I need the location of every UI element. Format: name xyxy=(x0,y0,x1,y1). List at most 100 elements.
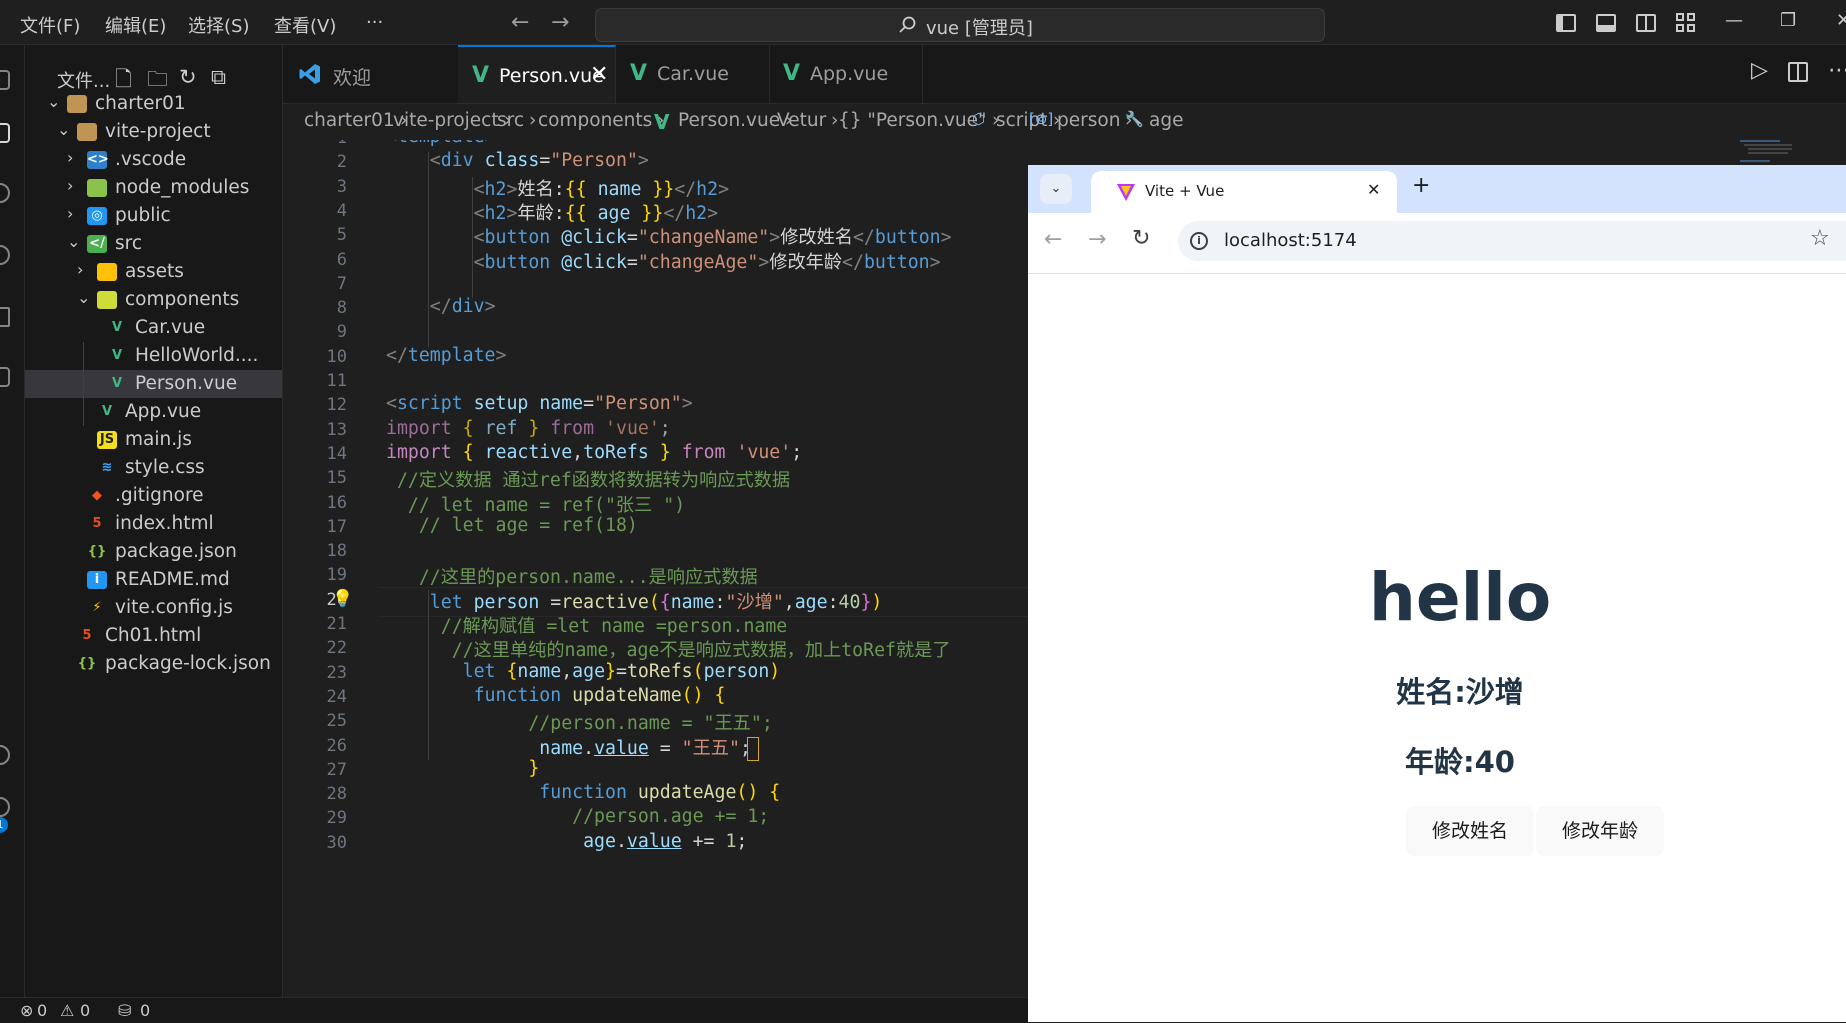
accounts-icon[interactable] xyxy=(0,745,10,765)
ports-count[interactable]: 0 xyxy=(140,1001,150,1020)
toggle-sidebar-icon[interactable] xyxy=(1556,14,1576,32)
chevron-down-icon[interactable]: ⌄ xyxy=(77,288,90,307)
browser-tab[interactable]: Vite + Vue ✕ xyxy=(1091,171,1397,213)
chevron-down-icon[interactable]: ⌄ xyxy=(67,232,80,251)
code-line[interactable]: //person.age += 1; xyxy=(572,806,769,827)
chevron-right-icon[interactable]: › xyxy=(77,260,83,279)
breadcrumb-item[interactable]: components xyxy=(538,110,652,131)
code-line[interactable]: let {name,age}=toRefs(person) xyxy=(463,661,781,682)
run-debug-icon[interactable] xyxy=(0,245,10,265)
back-arrow-icon[interactable]: ← xyxy=(511,10,529,35)
tree-item[interactable]: 5 Ch01.html xyxy=(25,622,282,650)
close-tab-icon[interactable]: ✕ xyxy=(590,62,608,87)
tree-item[interactable]: {} package-lock.json xyxy=(25,650,282,678)
tree-item[interactable]: › assets xyxy=(25,258,282,286)
site-info-icon[interactable]: i xyxy=(1190,232,1208,250)
toggle-panel-icon[interactable] xyxy=(1596,14,1616,32)
code-line[interactable]: <h2>姓名:{{ name }}</h2> xyxy=(474,175,729,201)
code-line[interactable]: //这里单纯的name，age不是响应式数据，加上toRef就是了 xyxy=(452,636,951,662)
error-count[interactable]: 0 xyxy=(37,1001,47,1020)
change-age-button[interactable]: 修改年龄 xyxy=(1536,806,1664,856)
tree-item[interactable]: V App.vue xyxy=(25,398,282,426)
code-line[interactable]: function updateName() { xyxy=(474,685,726,706)
reload-icon[interactable]: ↻ xyxy=(1132,226,1150,251)
code-line[interactable]: <script setup name="Person"> xyxy=(386,393,693,414)
menu-select[interactable]: 选择(S) xyxy=(188,12,249,38)
tab-welcome[interactable]: 欢迎 xyxy=(283,45,459,103)
code-line[interactable]: //这里的person.name...是响应式数据 xyxy=(419,563,758,589)
change-name-button[interactable]: 修改姓名 xyxy=(1406,806,1534,856)
tree-item[interactable]: ⌄ vite-project xyxy=(25,118,282,146)
code-line[interactable]: name.value = "王五"; xyxy=(539,734,762,760)
tree-item[interactable]: i README.md xyxy=(25,566,282,594)
error-icon[interactable]: ⊗ xyxy=(20,1001,33,1020)
tab-car-vue[interactable]: V Car.vue xyxy=(616,45,770,103)
address-bar[interactable]: i localhost:5174 ☆ xyxy=(1178,221,1846,261)
tree-item[interactable]: › ◎ public xyxy=(25,202,282,230)
tree-item[interactable]: 5 index.html xyxy=(25,510,282,538)
lightbulb-icon[interactable]: 💡 xyxy=(332,589,353,609)
breadcrumb-item[interactable]: {} "Person.vue" xyxy=(838,110,987,131)
close-window-icon[interactable]: ✕ xyxy=(1836,10,1846,31)
menu-view[interactable]: 查看(V) xyxy=(274,12,336,38)
tab-search-icon[interactable]: ⌄ xyxy=(1040,174,1072,204)
breadcrumb-item[interactable]: src xyxy=(497,110,524,131)
chevron-down-icon[interactable]: ⌄ xyxy=(47,92,60,111)
collapse-all-icon[interactable]: ⧉ xyxy=(211,65,226,90)
code-line[interactable]: //person.name = "王五"; xyxy=(528,709,772,735)
code-line[interactable]: import { reactive,toRefs } from 'vue'; xyxy=(386,442,802,463)
back-arrow-icon[interactable]: ← xyxy=(1044,227,1062,252)
tree-item[interactable]: › node_modules xyxy=(25,174,282,202)
menu-more[interactable]: ··· xyxy=(366,12,383,33)
toggle-secondary-sidebar-icon[interactable] xyxy=(1636,14,1656,32)
code-editor[interactable]: 1<template>2<div class="Person">3<h2>姓名:… xyxy=(283,140,1028,997)
code-line[interactable]: } xyxy=(528,758,539,779)
code-line[interactable]: import { ref } from 'vue'; xyxy=(386,418,671,439)
tree-item[interactable]: JS main.js xyxy=(25,426,282,454)
extensions-icon[interactable] xyxy=(0,367,10,387)
breadcrumb-item[interactable]: charter01 xyxy=(304,110,395,131)
code-line[interactable]: //解构赋值 =let name =person.name xyxy=(441,612,788,638)
tree-item[interactable]: ⌄ </ src xyxy=(25,230,282,258)
code-line[interactable]: <h2>年龄:{{ age }}</h2> xyxy=(474,199,718,225)
tree-item[interactable]: ◆ .gitignore xyxy=(25,482,282,510)
customize-layout-icon[interactable] xyxy=(1676,13,1696,33)
forward-arrow-icon[interactable]: → xyxy=(551,10,569,35)
chevron-right-icon[interactable]: › xyxy=(67,204,73,223)
code-line[interactable]: age.value += 1; xyxy=(583,831,747,852)
tree-item[interactable]: ⚡ vite.config.js xyxy=(25,594,282,622)
manage-gear-icon[interactable] xyxy=(0,797,10,817)
chevron-right-icon[interactable]: › xyxy=(67,176,73,195)
run-icon[interactable]: ▷ xyxy=(1751,58,1768,83)
new-tab-button[interactable]: + xyxy=(1412,173,1430,198)
code-line[interactable]: </div> xyxy=(430,296,496,317)
code-line[interactable]: </template> xyxy=(386,345,506,366)
warning-count[interactable]: 0 xyxy=(80,1001,90,1020)
more-actions-icon[interactable]: ⋯ xyxy=(1828,58,1846,83)
tree-item[interactable]: › <> .vscode xyxy=(25,146,282,174)
chevron-right-icon[interactable]: › xyxy=(67,148,73,167)
forward-arrow-icon[interactable]: → xyxy=(1088,227,1106,252)
tree-item[interactable]: ⌄ charter01 xyxy=(25,90,282,118)
code-line[interactable]: <button @click="changeAge">修改年龄</button> xyxy=(474,248,941,274)
breadcrumb-item[interactable]: Vetur xyxy=(777,110,826,131)
explorer-icon[interactable] xyxy=(0,70,10,90)
menu-file[interactable]: 文件(F) xyxy=(20,12,80,38)
ports-icon[interactable]: ⛁ xyxy=(118,1001,131,1020)
tree-item[interactable]: ⌄ components xyxy=(25,286,282,314)
code-line[interactable]: // let name = ref("张三 ") xyxy=(408,491,685,517)
breadcrumb-item[interactable]: vite-project xyxy=(393,110,499,131)
code-line[interactable]: function updateAge() { xyxy=(539,782,780,803)
bookmark-star-icon[interactable]: ☆ xyxy=(1810,226,1830,251)
chevron-down-icon[interactable]: ⌄ xyxy=(57,120,70,139)
code-line[interactable]: <template> xyxy=(386,140,496,147)
tab-app-vue[interactable]: V App.vue xyxy=(769,45,923,103)
tree-item[interactable]: V Person.vue xyxy=(25,370,282,398)
breadcrumb-item[interactable]: age xyxy=(1149,110,1183,131)
tree-item[interactable]: ≋ style.css xyxy=(25,454,282,482)
tree-item[interactable]: {} package.json xyxy=(25,538,282,566)
menu-edit[interactable]: 编辑(E) xyxy=(105,12,166,38)
command-center[interactable]: vue [管理员] xyxy=(595,8,1325,42)
code-line[interactable]: <div class="Person"> xyxy=(430,150,649,171)
code-line[interactable]: let person =reactive({name:"沙增",age:40}) xyxy=(430,588,883,614)
